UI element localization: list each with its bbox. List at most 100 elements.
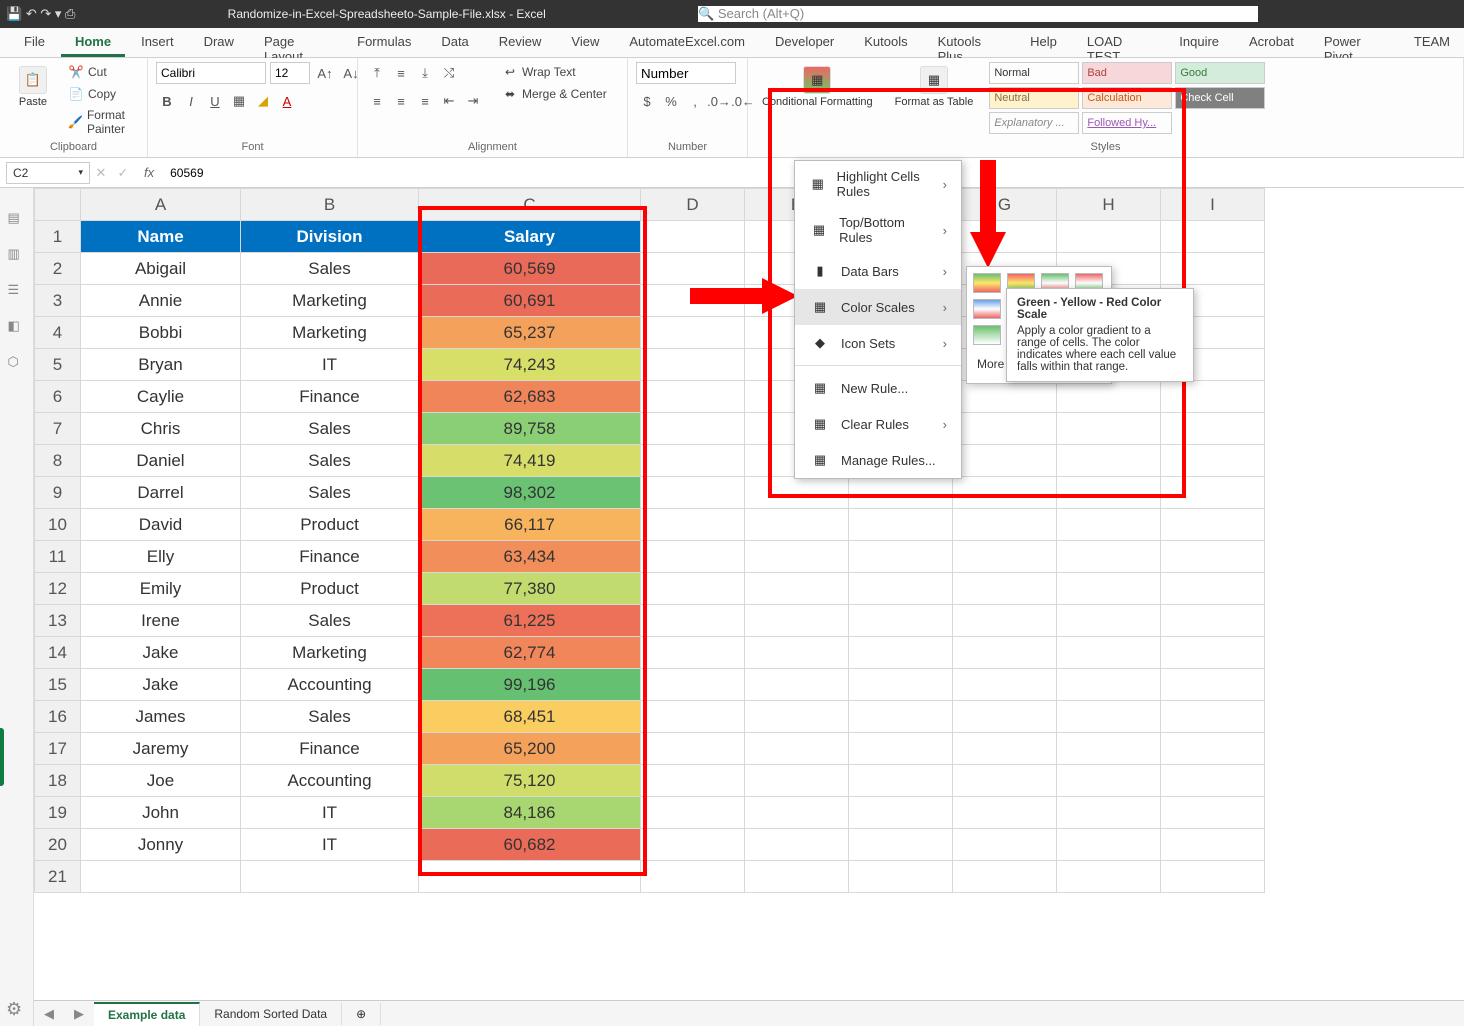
cell-A16[interactable]: James <box>81 701 241 733</box>
row-header-4[interactable]: 4 <box>35 317 81 349</box>
col-header-H[interactable]: H <box>1057 189 1161 221</box>
row-header-2[interactable]: 2 <box>35 253 81 285</box>
cell-B16[interactable]: Sales <box>241 701 419 733</box>
conditional-formatting-button[interactable]: ▦Conditional Formatting <box>756 62 879 112</box>
tab-automate[interactable]: AutomateExcel.com <box>615 28 759 57</box>
row-header-5[interactable]: 5 <box>35 349 81 381</box>
cell-B14[interactable]: Marketing <box>241 637 419 669</box>
col-header-C[interactable]: C <box>419 189 641 221</box>
cell-A11[interactable]: Elly <box>81 541 241 573</box>
cell-B8[interactable]: Sales <box>241 445 419 477</box>
row-header-8[interactable]: 8 <box>35 445 81 477</box>
swatch-gyr[interactable] <box>973 273 1001 293</box>
row-header-21[interactable]: 21 <box>35 861 81 893</box>
tab-powerpivot[interactable]: Power Pivot <box>1310 28 1398 57</box>
cf-highlight-rules[interactable]: ▦Highlight Cells Rules› <box>795 161 961 207</box>
cell-A4[interactable]: Bobbi <box>81 317 241 349</box>
cell-A12[interactable]: Emily <box>81 573 241 605</box>
tab-kutoolsplus[interactable]: Kutools Plus <box>924 28 1015 57</box>
tab-team[interactable]: TEAM <box>1400 28 1464 57</box>
align-bottom-icon[interactable]: ⤓ <box>414 62 436 84</box>
row-header-7[interactable]: 7 <box>35 413 81 445</box>
comma-icon[interactable]: , <box>684 90 706 112</box>
redo-icon[interactable]: ↷ <box>40 6 51 21</box>
fx-icon[interactable]: fx <box>144 165 154 180</box>
cell-A10[interactable]: David <box>81 509 241 541</box>
row-header-6[interactable]: 6 <box>35 381 81 413</box>
cell-A5[interactable]: Bryan <box>81 349 241 381</box>
currency-icon[interactable]: $ <box>636 90 658 112</box>
cell-A19[interactable]: John <box>81 797 241 829</box>
tab-view[interactable]: View <box>557 28 613 57</box>
col-header-A[interactable]: A <box>81 189 241 221</box>
merge-center-button[interactable]: ⬌Merge & Center <box>498 84 611 104</box>
cell-B2[interactable]: Sales <box>241 253 419 285</box>
cell-B19[interactable]: IT <box>241 797 419 829</box>
cell-C6[interactable]: 62,683 <box>419 381 641 413</box>
cell-B13[interactable]: Sales <box>241 605 419 637</box>
cell-B4[interactable]: Marketing <box>241 317 419 349</box>
indent-inc-icon[interactable]: ⇥ <box>462 90 484 112</box>
style-hyper[interactable]: Followed Hy... <box>1082 112 1172 134</box>
row-header-16[interactable]: 16 <box>35 701 81 733</box>
copy-button[interactable]: 📄Copy <box>64 84 139 104</box>
row-header-20[interactable]: 20 <box>35 829 81 861</box>
col-header-I[interactable]: I <box>1161 189 1265 221</box>
indent-dec-icon[interactable]: ⇤ <box>438 90 460 112</box>
cell-A14[interactable]: Jake <box>81 637 241 669</box>
align-middle-icon[interactable]: ≡ <box>390 62 412 84</box>
tab-help[interactable]: Help <box>1016 28 1071 57</box>
tab-file[interactable]: File <box>10 28 59 57</box>
row-header-13[interactable]: 13 <box>35 605 81 637</box>
fill-color-icon[interactable]: ◢ <box>252 90 274 112</box>
cell-C15[interactable]: 99,196 <box>419 669 641 701</box>
number-format-combo[interactable] <box>636 62 736 84</box>
row-header-10[interactable]: 10 <box>35 509 81 541</box>
cancel-icon[interactable]: ✕ <box>90 162 112 184</box>
select-all-corner[interactable] <box>35 189 81 221</box>
cell-C19[interactable]: 84,186 <box>419 797 641 829</box>
cell-B7[interactable]: Sales <box>241 413 419 445</box>
font-size-combo[interactable] <box>270 62 310 84</box>
align-right-icon[interactable]: ≡ <box>414 90 436 112</box>
cell-A7[interactable]: Chris <box>81 413 241 445</box>
cell-C2[interactable]: 60,569 <box>419 253 641 285</box>
settings-gear-icon[interactable]: ⚙ <box>6 999 22 1020</box>
border-icon[interactable]: ▦ <box>228 90 250 112</box>
cell-A13[interactable]: Irene <box>81 605 241 637</box>
cf-topbottom-rules[interactable]: ▦Top/Bottom Rules› <box>795 207 961 253</box>
style-bad[interactable]: Bad <box>1082 62 1172 84</box>
cell-C11[interactable]: 63,434 <box>419 541 641 573</box>
tab-kutools[interactable]: Kutools <box>850 28 921 57</box>
style-normal[interactable]: Normal <box>989 62 1079 84</box>
cell-A9[interactable]: Darrel <box>81 477 241 509</box>
cell-C7[interactable]: 89,758 <box>419 413 641 445</box>
qat-more-icon[interactable]: ▾ <box>55 6 62 21</box>
cell-A18[interactable]: Joe <box>81 765 241 797</box>
style-check[interactable]: Check Cell <box>1175 87 1265 109</box>
col-header-G[interactable]: G <box>953 189 1057 221</box>
row-header-11[interactable]: 11 <box>35 541 81 573</box>
row-header-1[interactable]: 1 <box>35 221 81 253</box>
style-calc[interactable]: Calculation <box>1082 87 1172 109</box>
cell-B12[interactable]: Product <box>241 573 419 605</box>
cell-A8[interactable]: Daniel <box>81 445 241 477</box>
cf-color-scales[interactable]: ▦Color Scales› <box>795 289 961 325</box>
style-neutral[interactable]: Neutral <box>989 87 1079 109</box>
tab-pagelayout[interactable]: Page Layout <box>250 28 341 57</box>
percent-icon[interactable]: % <box>660 90 682 112</box>
grow-font-icon[interactable]: A↑ <box>314 62 336 84</box>
sheet-tab-new[interactable]: ⊕ <box>342 1003 381 1025</box>
cf-manage-rules[interactable]: ▦Manage Rules... <box>795 442 961 478</box>
tab-acrobat[interactable]: Acrobat <box>1235 28 1308 57</box>
sidebar-icon-1[interactable]: ▤ <box>8 210 26 228</box>
row-header-3[interactable]: 3 <box>35 285 81 317</box>
style-good[interactable]: Good <box>1175 62 1265 84</box>
tab-developer[interactable]: Developer <box>761 28 848 57</box>
cell-B5[interactable]: IT <box>241 349 419 381</box>
cf-icon-sets[interactable]: ◆Icon Sets› <box>795 325 961 361</box>
wrap-text-button[interactable]: ↩Wrap Text <box>498 62 611 82</box>
align-center-icon[interactable]: ≡ <box>390 90 412 112</box>
sheet-nav-prev[interactable]: ◀ <box>34 1006 64 1022</box>
font-name-combo[interactable] <box>156 62 266 84</box>
